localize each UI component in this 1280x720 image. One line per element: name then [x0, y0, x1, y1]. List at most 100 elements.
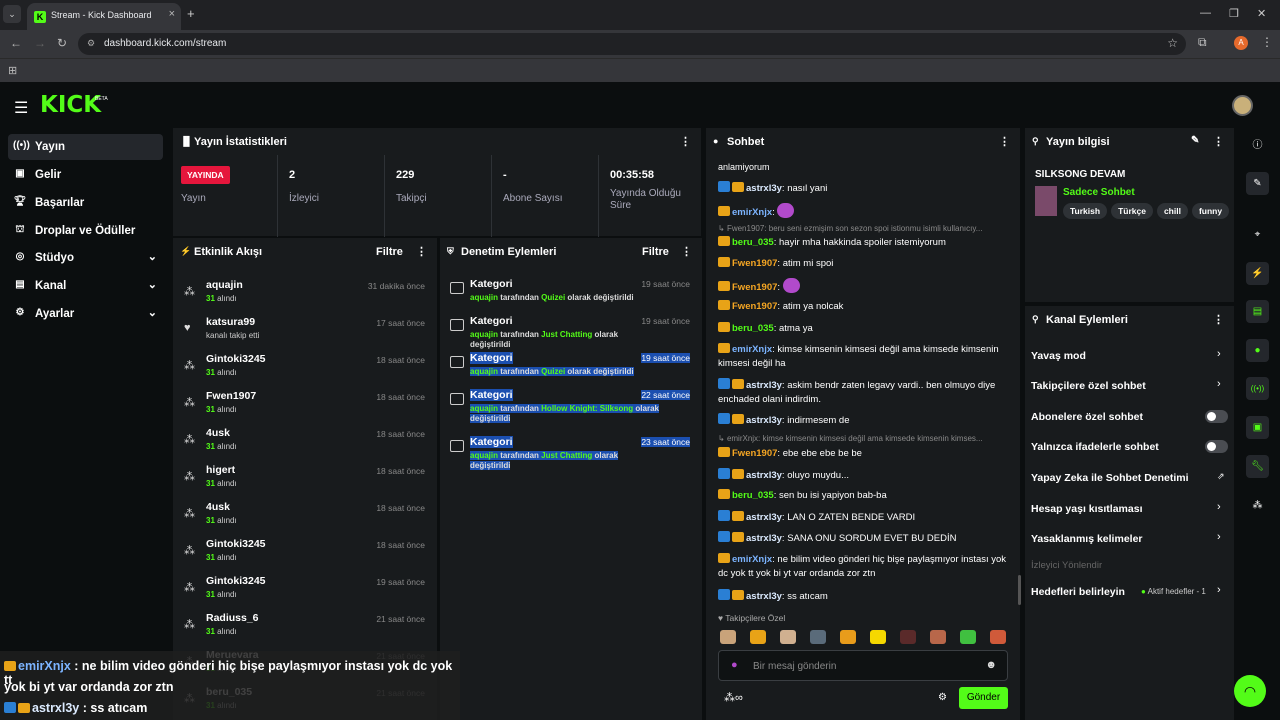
chat-username[interactable]: beru_035 [732, 490, 774, 501]
activity-item[interactable]: ⁂ Gintoki3245 31 alındı 19 saat önce [173, 570, 435, 607]
chat-username[interactable]: beru_035 [732, 323, 774, 334]
wrench-icon[interactable]: 🔧︎ [1246, 455, 1269, 478]
emotes-only-toggle[interactable] [1205, 440, 1228, 453]
chat-scrollbar[interactable] [1018, 575, 1021, 605]
activity-item[interactable]: ⁂ 4usk 31 alındı 18 saat önce [173, 422, 435, 459]
chat-username[interactable]: astrxl3y [746, 470, 782, 481]
emote[interactable] [960, 630, 976, 644]
more-options-icon[interactable]: ⋮ [1213, 135, 1224, 148]
tag[interactable]: chill [1156, 203, 1188, 219]
chat-message[interactable]: astrxl3y: SANA ONU SORDUM EVET BU DEDİN [718, 531, 1008, 546]
focus-icon[interactable]: ⌖ [1246, 223, 1269, 246]
hamburger-menu-icon[interactable]: ☰ [14, 98, 28, 118]
edit-pencil-icon[interactable]: ✎ [1191, 135, 1199, 146]
layout-icon[interactable]: ▣ [1246, 416, 1269, 439]
chat-message[interactable]: astrxl3y: indirmesem de [718, 413, 1008, 428]
mod-action-item[interactable]: Kategori aquajin tarafından Just Chattin… [440, 313, 700, 349]
chat-username[interactable]: beru_035 [732, 237, 774, 248]
edit-pencil-icon[interactable]: ✎ [1246, 172, 1269, 195]
category-name[interactable]: Sadece Sohbet [1063, 187, 1135, 198]
chevron-right-icon[interactable]: › [1217, 531, 1221, 543]
info-icon[interactable]: ⓘ [1246, 134, 1269, 157]
mod-action-item[interactable]: Kategori aquajin tarafından Hollow Knigh… [440, 387, 700, 433]
chat-message[interactable]: astrxl3y: LAN O ZATEN BENDE VARDI [718, 510, 1008, 525]
kick-logo[interactable]: KICK [40, 92, 101, 118]
chat-message[interactable]: emirXnjx: kimse kimsenin kimsesi değil a… [718, 343, 1008, 371]
mod-action-item[interactable]: Kategori aquajin tarafından Quizei olara… [440, 276, 700, 312]
chat-username[interactable]: Fwen1907 [732, 258, 777, 269]
browser-menu-icon[interactable]: ⋮ [1261, 35, 1273, 49]
chat-username[interactable]: emirXnjx [732, 207, 772, 218]
sidebar-item-basarilar[interactable]: 🏆︎ Başarılar [8, 190, 163, 216]
clipboard-icon[interactable]: ▤ [1246, 300, 1269, 323]
points-icon[interactable]: ⁂ [1246, 494, 1269, 517]
chat-username[interactable]: Fwen1907 [732, 301, 777, 312]
subs-only-toggle[interactable] [1205, 410, 1228, 423]
tag[interactable]: Turkish [1063, 203, 1108, 219]
points-icon[interactable]: ⁂∞ [724, 691, 743, 704]
emote[interactable] [900, 630, 916, 644]
chevron-right-icon[interactable]: › [1217, 348, 1221, 360]
chevron-right-icon[interactable]: › [1217, 378, 1221, 390]
emote[interactable] [810, 630, 826, 644]
sidebar-item-yayin[interactable]: ((•)) Yayın [8, 134, 163, 160]
more-options-icon[interactable]: ⋮ [681, 245, 692, 258]
new-tab-button[interactable]: + [187, 6, 195, 21]
more-options-icon[interactable]: ⋮ [680, 135, 691, 148]
chat-message[interactable]: Fwen1907: atim ya nolcak [718, 300, 1008, 314]
ai-moderation-item[interactable]: Yapay Zeka ile Sohbet Denetimi [1031, 472, 1189, 484]
activity-item[interactable]: ⁂ Gintoki3245 31 alındı 18 saat önce [173, 533, 435, 570]
chat-username[interactable]: astrxl3y [746, 591, 782, 602]
chat-message[interactable]: astrxl3y: ss atıcam [718, 589, 1008, 604]
goals-item[interactable]: Hedefleri belirleyin [1031, 586, 1125, 598]
more-options-icon[interactable]: ⋮ [999, 135, 1010, 148]
activity-item[interactable]: ⁂ higert 31 alındı 18 saat önce [173, 459, 435, 496]
close-tab-icon[interactable]: × [169, 8, 175, 20]
slow-mode-item[interactable]: Yavaş mod [1031, 350, 1086, 362]
activity-item[interactable]: ⁂ Radiuss_6 31 alındı 21 saat önce [173, 607, 435, 644]
extensions-icon[interactable]: ⧉ [1198, 35, 1207, 50]
chat-username[interactable]: Fwen1907 [732, 448, 777, 459]
user-avatar[interactable] [1232, 95, 1253, 116]
lightning-icon[interactable]: ⚡ [1246, 262, 1269, 285]
mod-action-item[interactable]: Kategori aquajin tarafından Quizei olara… [440, 350, 700, 386]
tab-search-button[interactable]: ⌄ [3, 5, 21, 23]
followers-only-item[interactable]: Takipçilere özel sohbet [1031, 380, 1146, 392]
chat-message[interactable]: beru_035: hayir mha hakkinda spoiler ist… [718, 236, 1008, 250]
activity-item[interactable]: ⁂ 4usk 31 alındı 18 saat önce [173, 496, 435, 533]
chat-username[interactable]: astrxl3y [746, 380, 782, 391]
send-button[interactable]: Gönder [959, 687, 1008, 709]
maximize-icon[interactable]: ❐ [1229, 7, 1239, 20]
chat-username[interactable]: astrxl3y [746, 533, 782, 544]
site-info-icon[interactable]: ⚙ [87, 38, 95, 49]
sidebar-item-droplar[interactable]: ⛫ Droplar ve Ödüller [8, 218, 163, 244]
emote[interactable] [780, 630, 796, 644]
chat-message[interactable]: astrxl3y: askim bendr zaten legavy vardi… [718, 378, 1008, 407]
sidebar-item-ayarlar[interactable]: ⚙ Ayarlar ⌄ [8, 301, 163, 327]
activity-item[interactable]: ⁂ aquajin 31 alındı 31 dakika önce [173, 274, 435, 311]
tag[interactable]: Türkçe [1111, 203, 1153, 219]
chat-input[interactable]: ● Bir mesaj gönderin ☻ [718, 650, 1008, 681]
tag[interactable]: funny [1191, 203, 1230, 219]
emote[interactable] [840, 630, 856, 644]
mod-action-item[interactable]: Kategori aquajin tarafından Just Chattin… [440, 434, 700, 470]
mic-icon[interactable]: ● [731, 659, 738, 671]
chat-username[interactable]: emirXnjx [732, 554, 772, 565]
reload-icon[interactable]: ↻ [57, 36, 67, 50]
activity-item[interactable]: ⁂ Gintoki3245 31 alındı 18 saat önce [173, 348, 435, 385]
browser-tab[interactable]: K Stream - Kick Dashboard × [27, 3, 181, 30]
chevron-right-icon[interactable]: › [1217, 584, 1221, 596]
chevron-right-icon[interactable]: › [1217, 501, 1221, 513]
activity-item[interactable]: ♥ katsura99 kanalı takip etti 17 saat ön… [173, 311, 435, 348]
bookmark-star-icon[interactable]: ☆ [1167, 36, 1178, 50]
sidebar-item-kanal[interactable]: ▤ Kanal ⌄ [8, 273, 163, 299]
filter-button[interactable]: Filtre [642, 246, 669, 258]
forward-icon[interactable]: → [34, 36, 46, 50]
chat-message[interactable]: emirXnjx: ne bilim video gönderi hiç biş… [718, 553, 1008, 581]
minimize-icon[interactable]: — [1200, 7, 1211, 19]
apps-grid-icon[interactable]: ⊞ [8, 64, 17, 77]
broadcast-icon[interactable]: ((•)) [1246, 377, 1269, 400]
chat-message[interactable]: beru_035: sen bu isi yapiyon bab-ba [718, 489, 1008, 503]
activity-item[interactable]: ⁂ Fwen1907 31 alındı 18 saat önce [173, 385, 435, 422]
emote[interactable] [750, 630, 766, 644]
